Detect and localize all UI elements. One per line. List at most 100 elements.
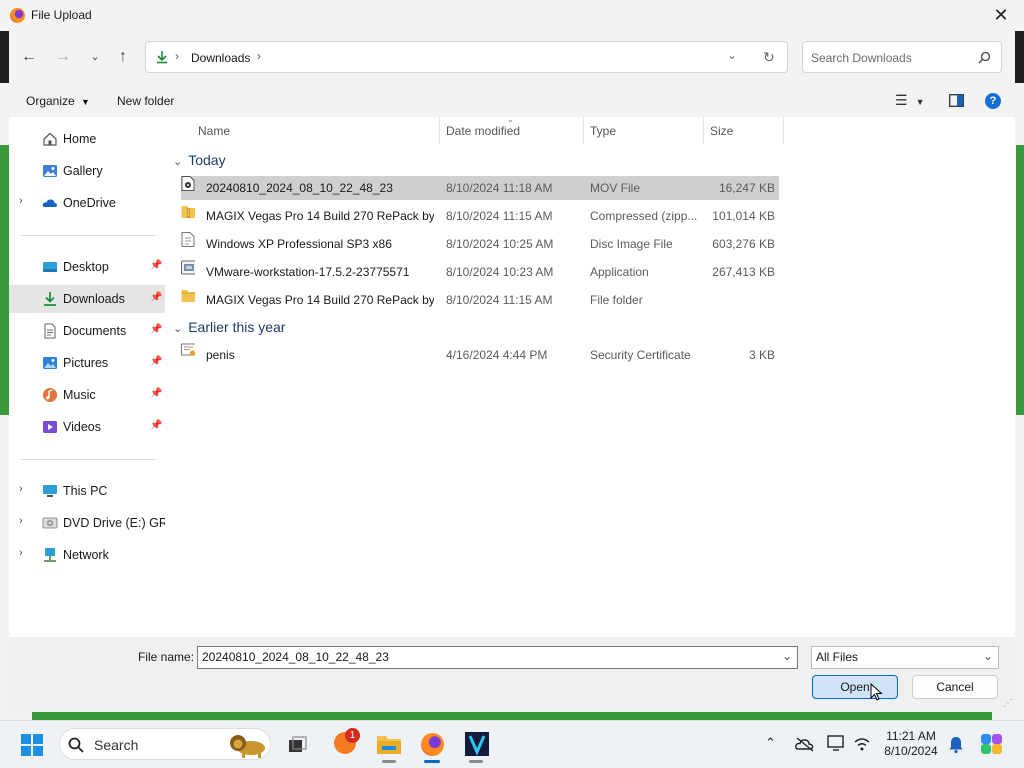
background-window-edge [1016,145,1024,415]
forward-arrow-icon[interactable]: → [52,46,74,68]
close-button[interactable]: ✕ [990,4,1012,26]
music-icon [43,388,57,402]
help-icon[interactable]: ? [985,93,1001,109]
search-icon [68,737,84,753]
sidebar-item-label: Pictures [63,356,109,370]
pictures-icon [43,357,57,369]
documents-icon [44,323,56,339]
background-window-edge [0,145,9,415]
file-row[interactable]: MAGIX Vegas Pro 14 Build 270 RePack by .… [181,288,779,312]
column-separator[interactable] [439,117,440,145]
column-header-size[interactable]: Size [710,124,733,138]
organize-button[interactable]: Organize ▼ [26,94,90,108]
sidebar-item-label: Music [63,388,96,402]
expand-chevron-icon[interactable]: › [19,547,23,559]
up-arrow-icon[interactable]: ↑ [112,46,134,68]
background-window-edge [0,31,9,83]
windows-start-icon[interactable] [21,734,43,756]
application-icon [181,260,197,275]
sort-indicator-icon: ⌄ [507,115,514,124]
address-bar[interactable]: › Downloads › ⌄ ↻ [145,41,788,73]
task-view-icon[interactable] [288,735,308,755]
column-header-date[interactable]: Date modified [446,124,520,138]
sidebar-item-dvd-drive[interactable]: › DVD Drive (E:) GRTM [9,509,165,537]
resize-grip-icon[interactable]: ⋰ [1003,698,1013,709]
sidebar-item-label: Gallery [63,164,103,178]
sidebar-item-label: DVD Drive (E:) GRTM [63,516,165,530]
file-date: 8/10/2024 10:23 AM [446,265,554,279]
file-row[interactable]: penis 4/16/2024 4:44 PM Security Certifi… [181,343,779,367]
onedrive-offline-icon[interactable] [795,736,815,752]
file-date: 4/16/2024 4:44 PM [446,348,548,362]
expand-chevron-icon[interactable]: › [19,483,23,495]
sidebar-item-pictures[interactable]: Pictures 📌 [9,349,165,377]
firefox-icon[interactable] [421,733,444,756]
sidebar-divider [21,459,156,460]
display-icon[interactable] [827,735,847,753]
active-indicator [424,760,440,763]
sidebar-item-this-pc[interactable]: › This PC [9,477,165,505]
notification-bell-icon[interactable] [948,736,964,754]
network-status-icon[interactable] [853,736,871,754]
group-label: Today [188,152,226,168]
vegas-pro-icon[interactable] [465,732,489,756]
sidebar-item-downloads[interactable]: Downloads 📌 [9,285,165,313]
sidebar-item-onedrive[interactable]: › OneDrive [9,189,165,217]
file-size: 16,247 KB [718,181,775,195]
system-clock[interactable]: 11:21 AM 8/10/2024 [880,729,942,759]
sidebar-item-documents[interactable]: Documents 📌 [9,317,165,345]
copilot-icon[interactable] [980,732,1004,756]
file-row[interactable]: VMware-workstation-17.5.2-23775571 8/10/… [181,260,779,284]
group-header-today[interactable]: ⌄ Today [173,152,226,168]
preview-pane-icon[interactable] [949,94,964,107]
file-explorer-icon[interactable] [376,733,402,755]
refresh-icon[interactable]: ↻ [763,49,775,66]
breadcrumb-chevron-icon[interactable]: › [257,49,261,63]
organize-label: Organize [26,94,75,108]
sidebar-divider [21,235,156,236]
file-row[interactable]: MAGIX Vegas Pro 14 Build 270 RePack by .… [181,204,779,228]
search-box[interactable]: Search Downloads [802,41,1002,73]
sidebar-item-videos[interactable]: Videos 📌 [9,413,165,441]
download-icon [157,51,167,64]
lion-widget-icon [230,735,265,758]
file-type: Compressed (zipp... [590,209,698,223]
address-dropdown-icon[interactable]: ⌄ [727,48,737,62]
breadcrumb-downloads[interactable]: Downloads [191,51,250,65]
window-title: File Upload [31,8,92,22]
sidebar-item-home[interactable]: Home [9,125,165,153]
recent-locations-chevron-icon[interactable]: ⌄ [84,46,106,68]
group-label: Earlier this year [188,319,286,335]
search-icon [978,51,991,64]
column-separator[interactable] [783,117,784,145]
column-header-name[interactable]: Name [198,124,230,138]
search-input[interactable]: Search Downloads [811,51,912,65]
show-hidden-icons-chevron-icon[interactable]: ⌃ [765,735,776,751]
file-row[interactable]: Windows XP Professional SP3 x86 8/10/202… [181,232,779,256]
sidebar-item-desktop[interactable]: Desktop 📌 [9,253,165,281]
column-header-type[interactable]: Type [590,124,616,138]
chevron-down-icon[interactable]: ⌄ [782,649,792,663]
firefox-icon [10,8,25,23]
file-name-input[interactable]: 20240810_2024_08_10_22_48_23 ⌄ [197,646,798,669]
file-type-select[interactable]: All Files ⌄ [811,646,999,669]
file-type: Application [590,265,649,279]
column-separator[interactable] [583,117,584,145]
view-options-icon[interactable]: ☰ ▼ [895,92,924,109]
file-date: 8/10/2024 11:15 AM [446,293,553,307]
sidebar-item-gallery[interactable]: Gallery [9,157,165,185]
chevron-down-icon: ⌄ [982,649,993,663]
open-button[interactable]: Open [812,675,898,699]
file-row[interactable]: 20240810_2024_08_10_22_48_23 8/10/2024 1… [181,176,779,200]
back-arrow-icon[interactable]: ← [18,46,40,68]
column-separator[interactable] [703,117,704,145]
taskbar-search[interactable]: Search [59,728,271,760]
new-folder-button[interactable]: New folder [117,94,174,108]
expand-chevron-icon[interactable]: › [19,195,23,207]
group-header-earlier-this-year[interactable]: ⌄ Earlier this year [173,319,285,335]
sidebar-item-network[interactable]: › Network [9,541,165,569]
sidebar-item-music[interactable]: Music 📌 [9,381,165,409]
expand-chevron-icon[interactable]: › [19,515,23,527]
cancel-button[interactable]: Cancel [912,675,998,699]
file-date: 8/10/2024 10:25 AM [446,237,554,251]
